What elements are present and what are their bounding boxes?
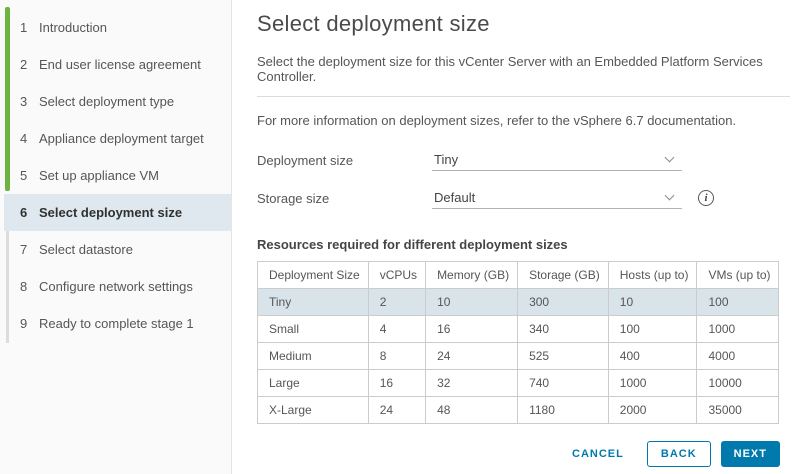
step-number: 1: [20, 20, 32, 35]
cell: 1000: [608, 370, 697, 397]
cancel-button[interactable]: CANCEL: [559, 441, 637, 467]
table-row-medium: Medium 8 24 525 400 4000: [258, 343, 779, 370]
back-button[interactable]: BACK: [647, 441, 711, 467]
column-header-deployment-size: Deployment Size: [258, 262, 369, 289]
column-header-memory: Memory (GB): [426, 262, 518, 289]
step-label: Configure network settings: [39, 279, 193, 294]
table-row-small: Small 4 16 340 100 1000: [258, 316, 779, 343]
step-number: 2: [20, 57, 32, 72]
table-row-tiny: Tiny 2 10 300 10 100: [258, 289, 779, 316]
next-button[interactable]: NEXT: [721, 441, 780, 467]
chevron-down-icon: [665, 191, 675, 201]
step-label: Select deployment size: [39, 205, 182, 220]
sidebar-item-eula: 2 End user license agreement: [0, 46, 231, 83]
cell: 24: [368, 397, 425, 424]
cell: 2000: [608, 397, 697, 424]
sidebar-item-select-deployment-size: 6 Select deployment size: [4, 194, 231, 231]
cell: 340: [518, 316, 609, 343]
column-header-hosts: Hosts (up to): [608, 262, 697, 289]
deployment-size-row: Deployment size Tiny: [257, 149, 790, 171]
column-header-vms: VMs (up to): [697, 262, 779, 289]
sidebar-item-ready-to-complete: 9 Ready to complete stage 1: [0, 305, 231, 342]
wizard-content-pane: Select deployment size Select the deploy…: [232, 0, 800, 474]
sidebar-item-appliance-deployment-target: 4 Appliance deployment target: [0, 120, 231, 157]
cell: 10: [608, 289, 697, 316]
cell: 525: [518, 343, 609, 370]
header-divider: [257, 96, 790, 97]
cell: 4: [368, 316, 425, 343]
sidebar-item-introduction: 1 Introduction: [0, 9, 231, 46]
step-label: Select deployment type: [39, 94, 174, 109]
page-subtitle: Select the deployment size for this vCen…: [257, 54, 790, 84]
cell: 10000: [697, 370, 779, 397]
resources-table: Deployment Size vCPUs Memory (GB) Storag…: [257, 261, 779, 424]
cell: 740: [518, 370, 609, 397]
cell: 16: [368, 370, 425, 397]
chevron-down-icon: [665, 153, 675, 163]
cell: 10: [426, 289, 518, 316]
cell: 2: [368, 289, 425, 316]
wizard-step-list: 1 Introduction 2 End user license agreem…: [0, 0, 231, 342]
cell: 100: [697, 289, 779, 316]
sidebar-item-set-up-appliance-vm: 5 Set up appliance VM: [0, 157, 231, 194]
step-number: 8: [20, 279, 32, 294]
deployment-size-selected-value: Tiny: [434, 152, 458, 167]
cell: 1180: [518, 397, 609, 424]
step-label: Select datastore: [39, 242, 133, 257]
cell: Tiny: [258, 289, 369, 316]
step-number: 5: [20, 168, 32, 183]
cell: 300: [518, 289, 609, 316]
cell: Medium: [258, 343, 369, 370]
cell: 400: [608, 343, 697, 370]
cell: 8: [368, 343, 425, 370]
step-label: Set up appliance VM: [39, 168, 159, 183]
step-label: Introduction: [39, 20, 107, 35]
info-icon[interactable]: i: [698, 190, 714, 206]
cell: 48: [426, 397, 518, 424]
step-label: End user license agreement: [39, 57, 201, 72]
deployment-size-label: Deployment size: [257, 153, 432, 168]
storage-size-row: Storage size Default i: [257, 187, 790, 209]
step-number: 4: [20, 131, 32, 146]
sidebar-item-select-deployment-type: 3 Select deployment type: [0, 83, 231, 120]
cell: 16: [426, 316, 518, 343]
step-number: 6: [20, 205, 32, 220]
step-label: Appliance deployment target: [39, 131, 204, 146]
storage-size-label: Storage size: [257, 191, 432, 206]
wizard-sidebar: 1 Introduction 2 End user license agreem…: [0, 0, 232, 474]
storage-size-select[interactable]: Default: [432, 187, 682, 209]
cell: Large: [258, 370, 369, 397]
cell: 32: [426, 370, 518, 397]
sidebar-item-select-datastore: 7 Select datastore: [0, 231, 231, 268]
deployment-size-select[interactable]: Tiny: [432, 149, 682, 171]
deployment-size-form: Deployment size Tiny Storage size Defaul…: [257, 149, 790, 209]
wizard-footer-actions: CANCEL BACK NEXT: [559, 441, 780, 467]
table-header-row: Deployment Size vCPUs Memory (GB) Storag…: [258, 262, 779, 289]
cell: 1000: [697, 316, 779, 343]
storage-size-selected-value: Default: [434, 190, 475, 205]
vcsa-installer-window: 1 Introduction 2 End user license agreem…: [0, 0, 800, 474]
step-number: 7: [20, 242, 32, 257]
page-title: Select deployment size: [257, 11, 790, 37]
deployment-size-info-text: For more information on deployment sizes…: [257, 113, 790, 128]
column-header-vcpus: vCPUs: [368, 262, 425, 289]
cell: 100: [608, 316, 697, 343]
table-row-large: Large 16 32 740 1000 10000: [258, 370, 779, 397]
step-number: 9: [20, 316, 32, 331]
sidebar-item-configure-network-settings: 8 Configure network settings: [0, 268, 231, 305]
step-number: 3: [20, 94, 32, 109]
resources-table-title: Resources required for different deploym…: [257, 237, 790, 252]
cell: 35000: [697, 397, 779, 424]
step-label: Ready to complete stage 1: [39, 316, 194, 331]
cell: 24: [426, 343, 518, 370]
table-row-xlarge: X-Large 24 48 1180 2000 35000: [258, 397, 779, 424]
column-header-storage: Storage (GB): [518, 262, 609, 289]
cell: 4000: [697, 343, 779, 370]
cell: X-Large: [258, 397, 369, 424]
cell: Small: [258, 316, 369, 343]
